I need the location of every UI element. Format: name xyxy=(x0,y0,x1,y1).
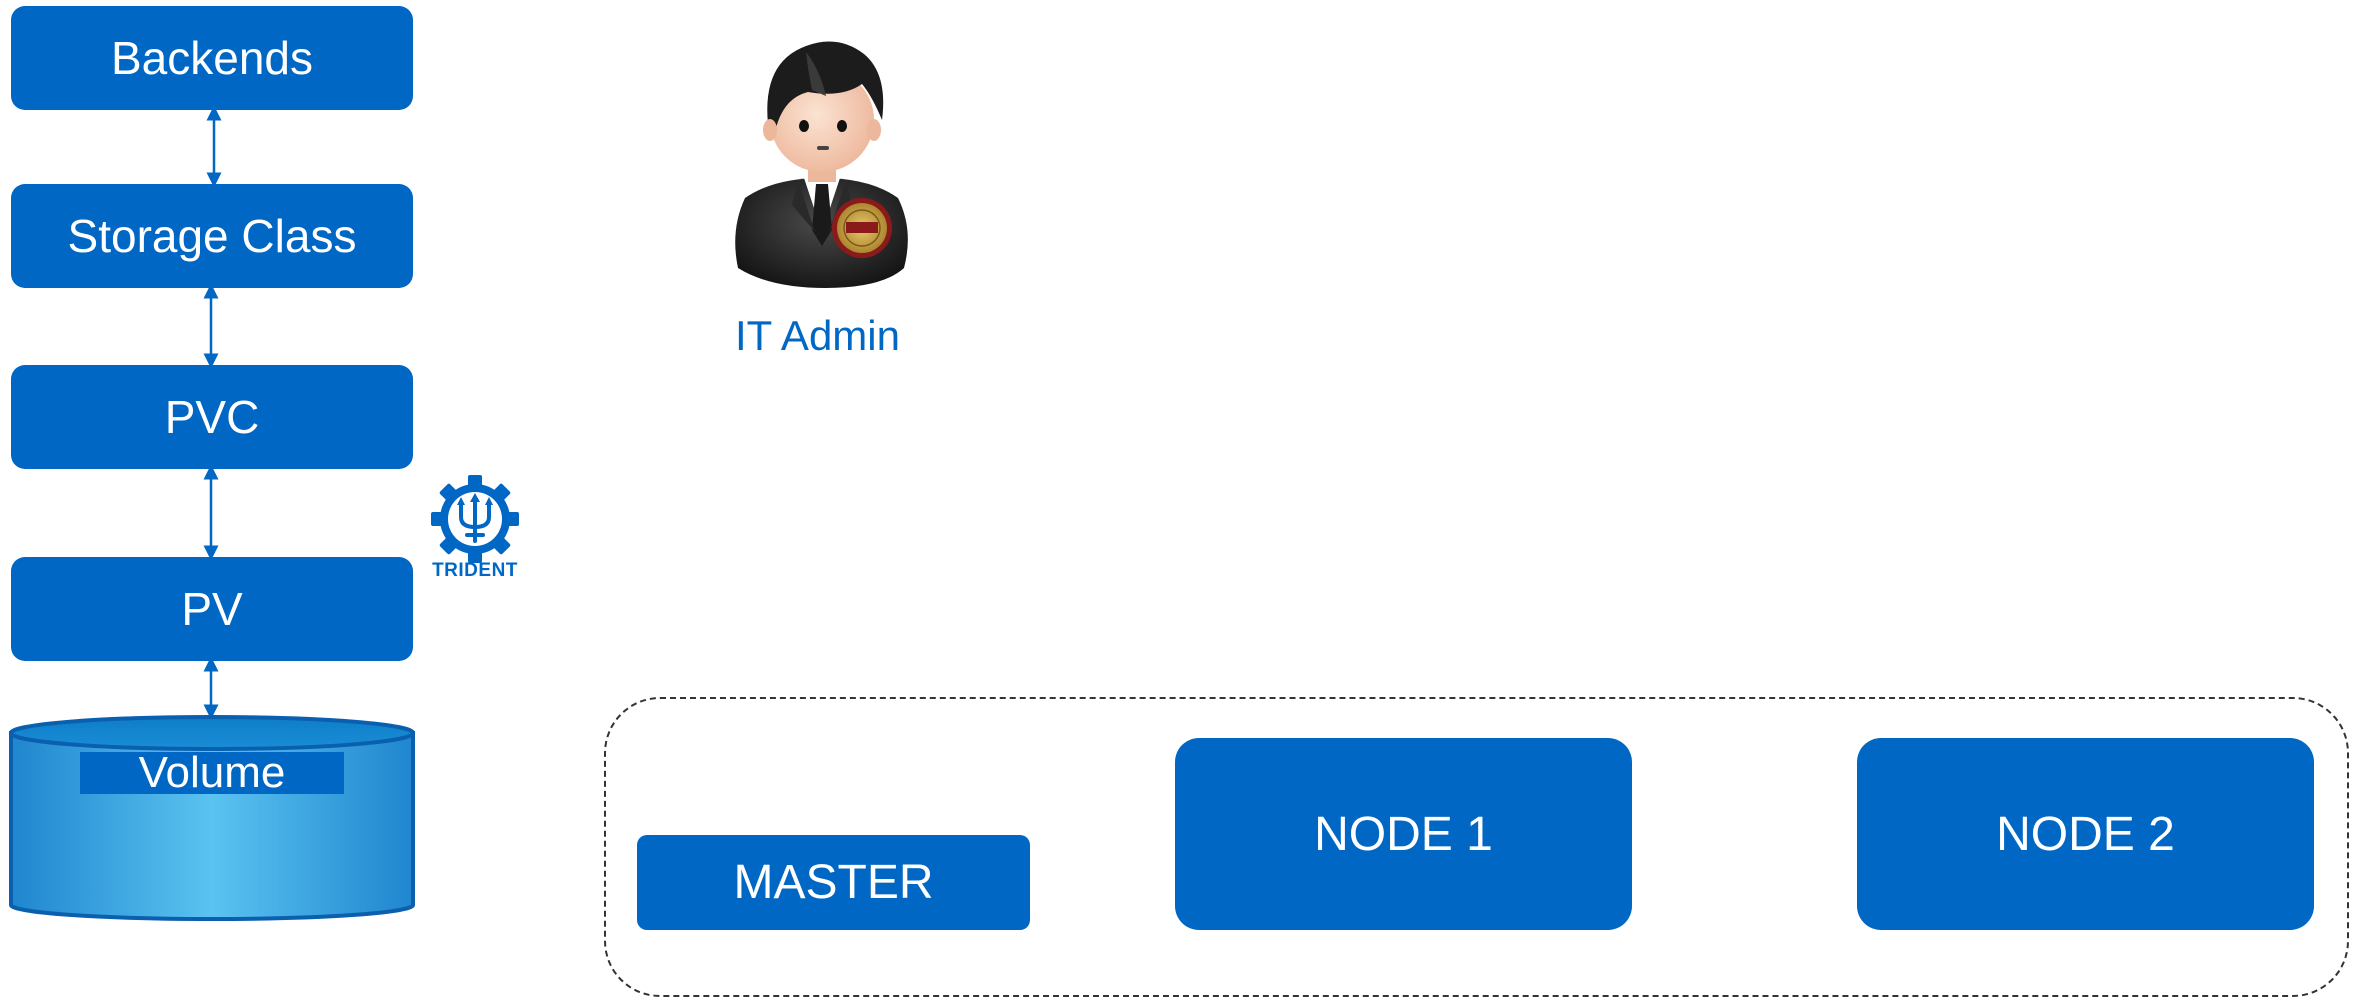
node-1-box: NODE 1 xyxy=(1175,738,1632,930)
node-1-label: NODE 1 xyxy=(1314,807,1493,861)
admin-badge-icon xyxy=(832,198,892,258)
volume-label: Volume xyxy=(80,748,344,797)
trident-logo-icon xyxy=(431,475,519,563)
master-label: MASTER xyxy=(733,856,934,909)
trident-label: TRIDENT xyxy=(432,560,518,581)
it-admin-label: IT Admin xyxy=(735,312,900,359)
volume-label-text: Volume xyxy=(138,748,286,797)
master-box: MASTER xyxy=(637,835,1030,930)
node-2-label: NODE 2 xyxy=(1996,807,2175,861)
it-admin-person-icon xyxy=(735,41,908,288)
node-2-box: NODE 2 xyxy=(1857,738,2314,930)
